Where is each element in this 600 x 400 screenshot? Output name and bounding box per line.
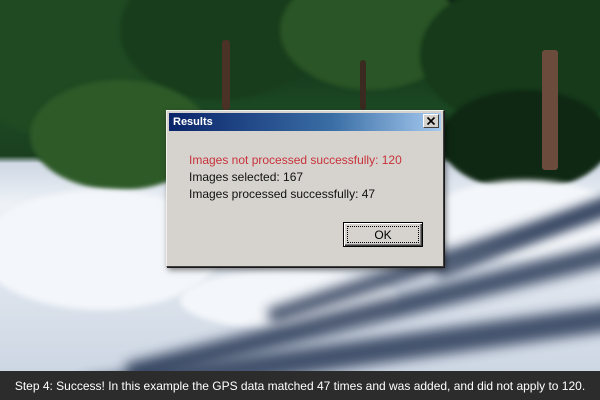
tree-trunk (360, 60, 366, 110)
tree-trunk (542, 50, 558, 170)
close-icon (426, 116, 436, 126)
dialog-title: Results (173, 116, 213, 128)
ok-button-label: OK (374, 227, 392, 242)
caption-text: Step 4: Success! In this example the GPS… (14, 378, 586, 393)
tree-foliage (440, 90, 600, 190)
ok-button[interactable]: OK (343, 222, 423, 247)
results-dialog: Results Images not processed successfull… (166, 110, 444, 267)
tree-trunk (222, 40, 230, 110)
success-count-message: Images processed successfully: 47 (189, 187, 376, 201)
caption-bar: Step 4: Success! In this example the GPS… (0, 371, 600, 400)
dialog-titlebar[interactable]: Results (169, 113, 441, 131)
close-button[interactable] (423, 114, 439, 128)
selected-count-message: Images selected: 167 (189, 170, 304, 184)
error-count-message: Images not processed successfully: 120 (189, 153, 402, 167)
